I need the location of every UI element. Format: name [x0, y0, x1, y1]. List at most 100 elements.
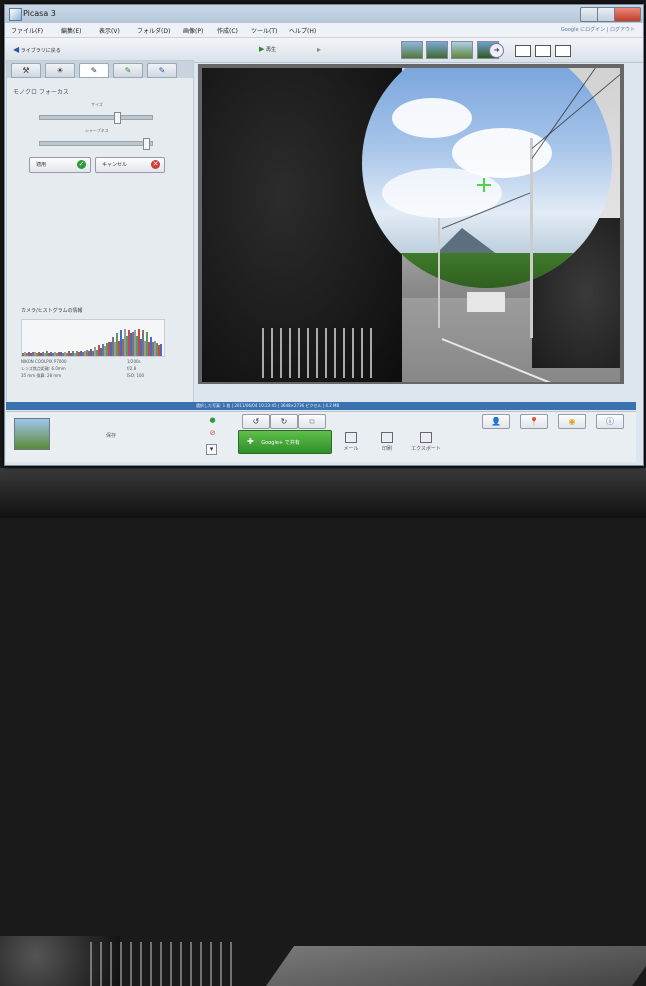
size-slider[interactable] [39, 112, 153, 124]
cloud [392, 98, 472, 138]
tab-effects[interactable]: ✎ [79, 63, 109, 78]
compare-view-icon[interactable] [535, 45, 551, 57]
menu-picture[interactable]: 画像(P) [183, 26, 203, 35]
adjust-icon: ☀ [56, 66, 64, 75]
play-slideshow-button[interactable]: ▶ 再生 [259, 44, 276, 55]
edit-tabs: ⚒ ☀ ✎ ✎ ✎ [7, 61, 193, 78]
next-icon[interactable]: ▸ [317, 44, 321, 55]
menu-tools[interactable]: ツール(T) [251, 26, 277, 35]
blue-brush-icon: ✎ [158, 66, 166, 75]
photo-viewer[interactable] [198, 64, 624, 384]
tab-effects-3[interactable]: ✎ [147, 63, 177, 78]
play-label: 再生 [265, 47, 276, 53]
sharpness-slider-handle[interactable] [143, 138, 150, 150]
focus-crosshair-icon[interactable] [477, 178, 491, 192]
disabled-tool-button[interactable]: ⧉ [298, 414, 326, 429]
exposure-time: 1/200s [127, 359, 141, 364]
cancel-button[interactable]: キャンセル ✕ [95, 157, 165, 173]
apply-check-icon: ✓ [77, 160, 86, 169]
photo-fence [262, 328, 372, 378]
tray-thumbnail[interactable] [14, 418, 50, 450]
email-icon [345, 432, 357, 443]
printer-icon [381, 432, 393, 443]
focal-35mm: 35 mm 換算: 28 mm [21, 373, 62, 378]
google-plus-icon: ✚ [247, 437, 254, 446]
wrench-icon: ⚒ [22, 66, 30, 75]
sharpness-slider[interactable] [39, 138, 153, 150]
info-button[interactable]: ⓘ [596, 414, 624, 429]
menu-edit[interactable]: 編集(E) [61, 26, 81, 35]
size-label: サイズ [91, 102, 103, 107]
upload-label: Google+ で共有 [261, 440, 300, 446]
hold-green-icon[interactable]: ● [208, 416, 217, 425]
lens-focal: レンズ焦点距離: 6.0mm [21, 366, 66, 371]
utility-pole-2 [438, 218, 440, 328]
tab-tuning[interactable]: ☀ [45, 63, 75, 78]
menu-view[interactable]: 表示(V) [99, 26, 120, 35]
status-text: 選択した写真: 1 枚 | 2011/06/04 10:23:45 | 3648… [196, 403, 340, 408]
effect-title: モノクロ フォーカス [13, 89, 69, 96]
tags-button[interactable]: ◉ [558, 414, 586, 429]
places-button[interactable]: 📍 [520, 414, 548, 429]
desktop-background [0, 468, 646, 986]
forward-circle-icon[interactable]: ➜ [489, 43, 504, 58]
bg-fence [90, 942, 240, 986]
export-icon [420, 432, 432, 443]
grid-view-icon[interactable] [555, 45, 571, 57]
rotate-left-button[interactable]: ↺ [242, 414, 270, 429]
export-tool[interactable]: エクスポート [406, 432, 446, 452]
menu-folder[interactable]: フォルダ(D) [137, 26, 170, 35]
rotate-right-button[interactable]: ↻ [270, 414, 298, 429]
people-button[interactable]: 👤 [482, 414, 510, 429]
menu-file[interactable]: ファイル(F) [11, 26, 43, 35]
apply-label: 適用 [36, 162, 47, 168]
green-brush-icon: ✎ [124, 66, 132, 75]
filmstrip-thumb[interactable] [401, 41, 423, 59]
utility-pole [530, 138, 533, 338]
aperture: f/2.8 [127, 366, 137, 371]
upload-button[interactable]: ✚ Google+ で共有 [238, 430, 332, 454]
apply-button[interactable]: 適用 ✓ [29, 157, 91, 173]
photo-tray: 保存 ● ⊘ ▾ ↺ ↻ ⧉ ✚ Google+ で共有 メール 印刷 エクスポ… [6, 411, 636, 462]
edited-photo[interactable] [202, 68, 620, 382]
album-icon[interactable]: ▾ [206, 444, 217, 455]
histogram-title: カメラ/ヒストグラムの情報 [21, 308, 83, 314]
iso: ISO: 100 [127, 373, 145, 378]
tab-basic-fixes[interactable]: ⚒ [11, 63, 41, 78]
print-tool[interactable]: 印刷 [372, 432, 402, 452]
close-window-button[interactable] [614, 7, 641, 22]
email-label: メール [343, 446, 359, 452]
menu-create[interactable]: 作成(C) [217, 26, 238, 35]
window-title: Picasa 3 [23, 9, 56, 18]
camera-model: NIKON COOLPIX P7000 [21, 359, 67, 364]
status-bar: 選択した写真: 1 枚 | 2011/06/04 10:23:45 | 3648… [6, 402, 636, 410]
filmstrip-thumb[interactable] [426, 41, 449, 59]
green-trees [362, 253, 612, 288]
menu-bar: ファイル(F) 編集(E) 表示(V) フォルダ(D) 画像(P) 作成(C) … [5, 23, 643, 38]
play-icon: ▶ [259, 45, 265, 53]
menu-help[interactable]: ヘルプ(H) [289, 26, 316, 35]
tab-effects-2[interactable]: ✎ [113, 63, 143, 78]
picasa-app-icon [9, 8, 22, 21]
single-view-icon[interactable] [515, 45, 531, 57]
back-to-library-button[interactable]: ◀ ライブラリに戻る [13, 44, 61, 55]
account-links[interactable]: Google にログイン | ログアウト [561, 26, 635, 33]
photo-house [467, 288, 505, 312]
size-slider-handle[interactable] [114, 112, 121, 124]
print-label: 印刷 [381, 446, 392, 452]
brush-icon: ✎ [90, 66, 98, 75]
export-label: エクスポート [411, 446, 441, 452]
filmstrip-thumb[interactable] [451, 41, 474, 59]
filmstrip [401, 41, 500, 59]
title-bar: Picasa 3 [5, 5, 643, 23]
histogram [21, 319, 165, 357]
tray-label: 保存 [106, 433, 117, 439]
bg-road [265, 946, 646, 986]
cancel-label: キャンセル [102, 162, 128, 168]
clear-red-icon[interactable]: ⊘ [208, 429, 217, 438]
back-arrow-icon: ◀ [13, 45, 20, 54]
email-tool[interactable]: メール [336, 432, 366, 452]
edit-panel: ⚒ ☀ ✎ ✎ ✎ モノクロ フォーカス サイズ シャープネス 適用 ✓ キャン… [6, 60, 194, 406]
sharpness-label: シャープネス [85, 128, 109, 133]
back-to-library-label: ライブラリに戻る [20, 48, 61, 54]
